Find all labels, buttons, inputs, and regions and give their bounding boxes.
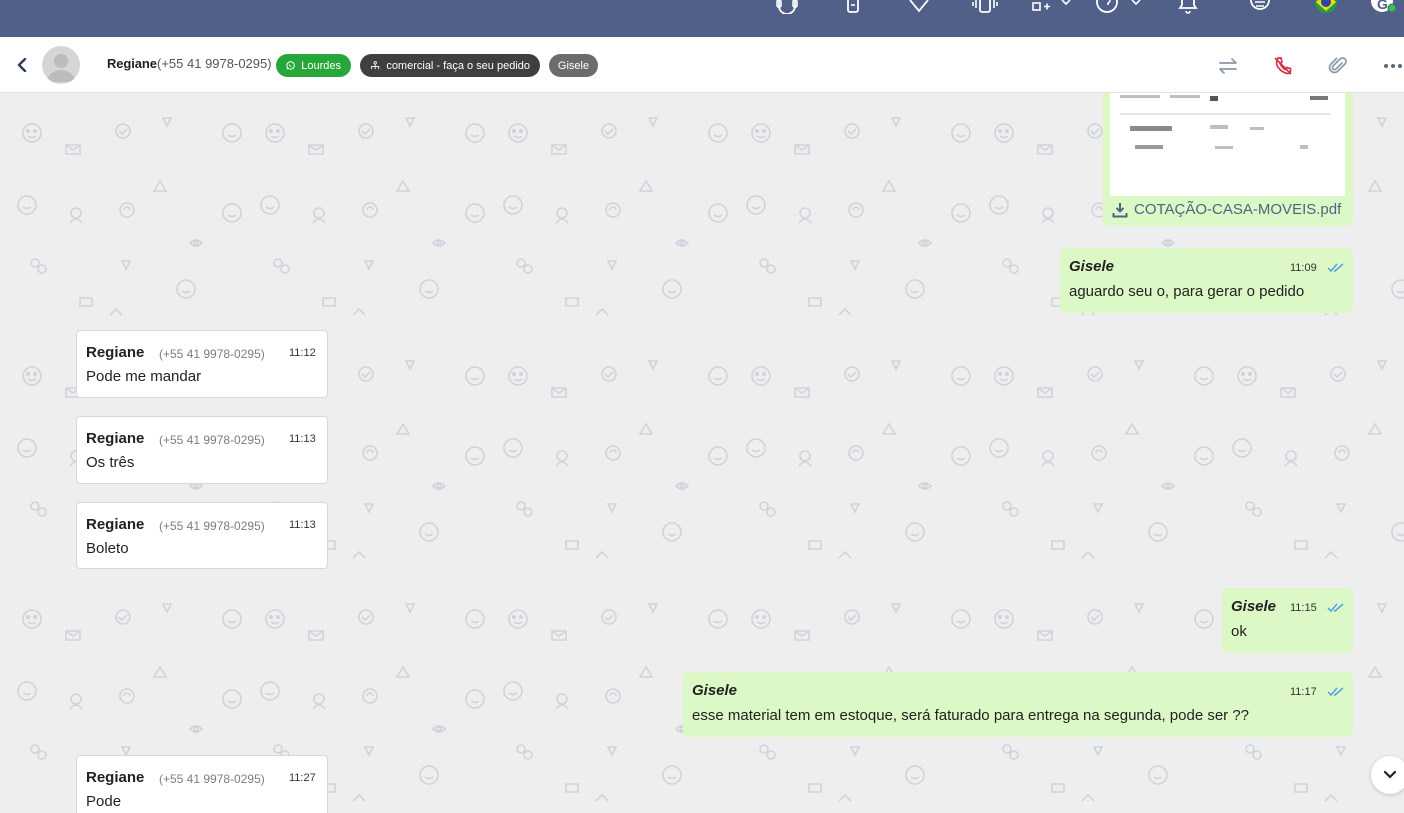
vibrate-phone-icon[interactable] <box>972 0 998 14</box>
message-sender: Regiane <box>86 344 145 361</box>
tag-icon[interactable] <box>908 0 930 14</box>
message-time: 11:17 <box>1290 686 1317 698</box>
message-time: 11:13 <box>289 433 316 445</box>
message-text: aguardo seu o, para gerar o pedido <box>1069 283 1305 300</box>
message-bubble-outgoing: Gisele 11:09 aguardo seu o, para gerar o… <box>1060 248 1353 313</box>
message-time: 11:09 <box>1290 262 1317 274</box>
message-sender-phone: (+55 41 9978-0295) <box>159 519 265 533</box>
attach-icon <box>1328 57 1347 74</box>
pdf-file-name: COTAÇÃO-CASA-MOVEIS.pdf <box>1134 201 1342 218</box>
chat-header: Regiane (+55 41 9978-0295) Lourdes comer… <box>0 37 1404 93</box>
message-sender-phone: (+55 41 9978-0295) <box>159 433 265 447</box>
message-time: 11:27 <box>289 772 316 784</box>
contact-name: Regiane <box>107 56 157 71</box>
message-sender-phone: (+55 41 9978-0295) <box>159 772 265 786</box>
pdf-thumbnail-image <box>1110 93 1345 196</box>
user-initial: G <box>1377 0 1388 12</box>
message-bubble-incoming: Regiane (+55 41 9978-0295) 11:13 Os três <box>76 416 328 484</box>
agent-tag[interactable]: Gisele <box>549 54 598 77</box>
apps-add-icon[interactable] <box>1032 0 1072 14</box>
notes-icon[interactable] <box>1249 0 1271 14</box>
chevron-left-icon <box>17 58 27 72</box>
message-sender: Gisele <box>1069 258 1115 275</box>
queue-tag-label: comercial - faça o seu pedido <box>386 59 530 72</box>
double-check-icon <box>1327 687 1344 697</box>
bell-icon[interactable] <box>1178 0 1198 14</box>
message-sender: Regiane <box>86 430 145 447</box>
contact-phone: (+55 41 9978-0295) <box>157 56 272 71</box>
message-text: Pode <box>86 793 122 810</box>
help-icon[interactable] <box>1096 0 1144 14</box>
message-text: Pode me mandar <box>86 368 202 385</box>
more-icon <box>1384 64 1402 68</box>
message-text: ok <box>1231 623 1247 640</box>
end-call-icon <box>1274 57 1292 75</box>
more-options-button[interactable] <box>1381 54 1404 78</box>
double-check-icon <box>1327 263 1344 273</box>
phone-device-icon[interactable] <box>846 0 860 14</box>
message-text: Boleto <box>86 540 129 557</box>
chat-area[interactable]: COTAÇÃO-CASA-MOVEIS.pdf Gisele 11:09 agu… <box>0 93 1404 813</box>
back-button[interactable] <box>12 55 32 75</box>
whatsapp-icon <box>286 61 295 70</box>
message-text: Os três <box>86 454 135 471</box>
transfer-button[interactable] <box>1216 54 1240 78</box>
pdf-download-link[interactable]: COTAÇÃO-CASA-MOVEIS.pdf <box>1112 201 1341 218</box>
org-chart-icon <box>371 60 380 69</box>
message-text: esse material tem em estoque, será fatur… <box>692 707 1250 724</box>
message-sender: Gisele <box>1231 598 1277 615</box>
message-bubble-incoming: Regiane (+55 41 9978-0295) 11:27 Pode <box>76 755 328 813</box>
message-bubble-outgoing: Gisele 11:15 ok <box>1222 588 1353 653</box>
headset-icon[interactable] <box>776 0 798 14</box>
channel-tag-label: Lourdes <box>301 59 341 72</box>
double-check-icon <box>1327 603 1344 613</box>
end-call-button[interactable] <box>1271 54 1295 78</box>
transfer-icon <box>1219 58 1237 74</box>
chevron-down-icon <box>1384 771 1396 779</box>
scroll-to-bottom-button[interactable] <box>1371 756 1404 794</box>
channel-tag[interactable]: Lourdes <box>276 54 351 77</box>
agent-tag-label: Gisele <box>557 59 590 72</box>
brazil-flag-icon[interactable] <box>1314 0 1338 14</box>
top-navigation-bar: G <box>0 0 1404 37</box>
message-bubble-outgoing: Gisele 11:17 esse material tem em estoqu… <box>683 672 1353 737</box>
user-avatar-icon[interactable]: G <box>1370 0 1400 14</box>
message-time: 11:15 <box>1290 602 1317 614</box>
avatar[interactable] <box>42 46 80 84</box>
message-bubble-incoming: Regiane (+55 41 9978-0295) 11:13 Boleto <box>76 502 328 569</box>
queue-tag[interactable]: comercial - faça o seu pedido <box>360 54 540 77</box>
message-sender-phone: (+55 41 9978-0295) <box>159 347 265 361</box>
message-time: 11:12 <box>289 347 316 359</box>
pdf-preview[interactable] <box>1110 93 1345 196</box>
message-sender: Regiane <box>86 769 145 786</box>
message-sender: Regiane <box>86 516 145 533</box>
message-time: 11:13 <box>289 519 316 531</box>
message-bubble-incoming: Regiane (+55 41 9978-0295) 11:12 Pode me… <box>76 330 328 398</box>
attach-button[interactable] <box>1326 54 1350 78</box>
message-sender: Gisele <box>692 682 738 699</box>
default-user-icon <box>47 54 75 82</box>
download-icon <box>1112 202 1128 217</box>
